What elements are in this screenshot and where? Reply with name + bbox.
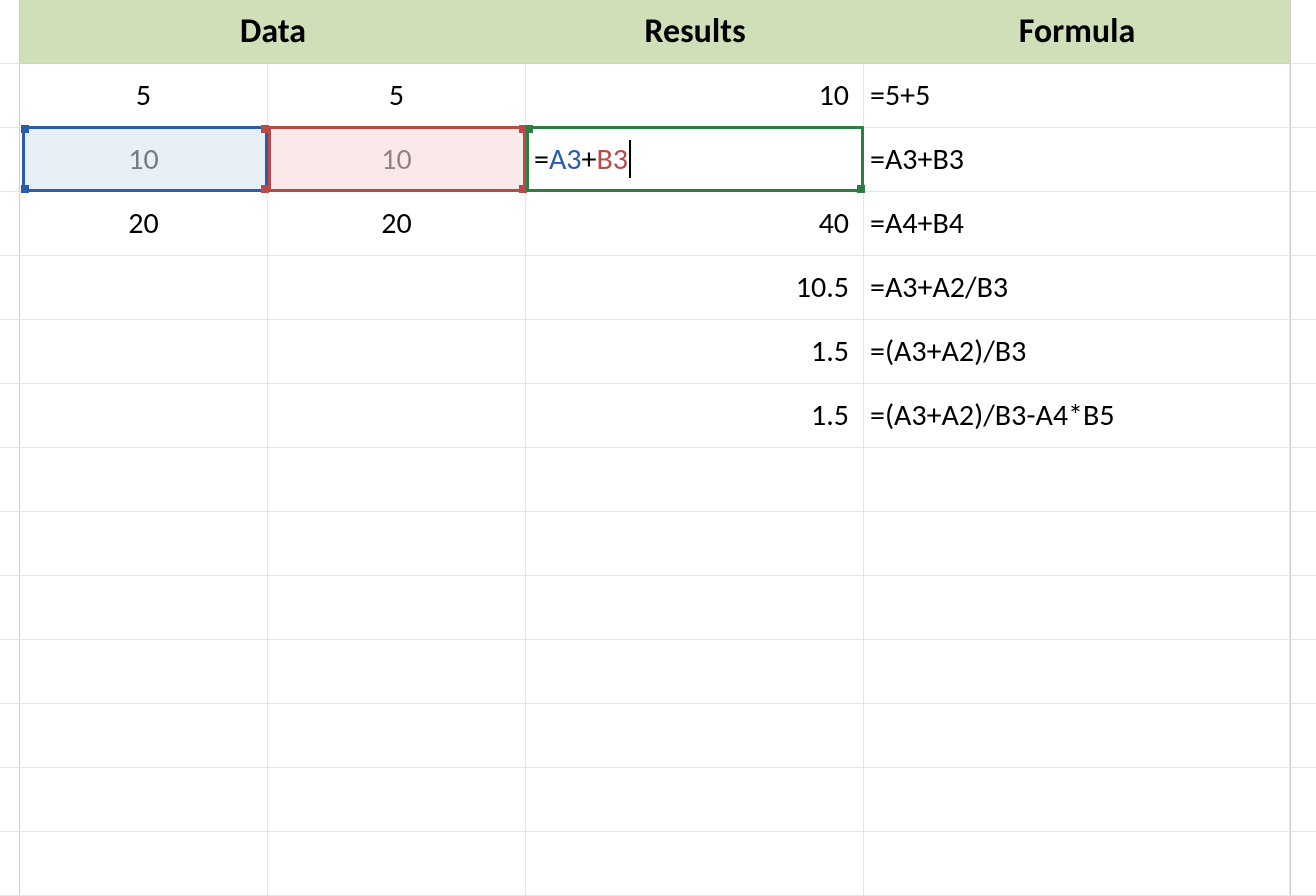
row-gutter	[0, 448, 20, 512]
cell-D3[interactable]: =A3+B3	[864, 128, 1290, 192]
row-gutter	[1290, 128, 1316, 192]
row-gutter	[0, 256, 20, 320]
row-gutter	[1290, 192, 1316, 256]
row-gutter	[0, 192, 20, 256]
row-gutter	[0, 512, 20, 576]
empty-cell[interactable]	[526, 448, 864, 512]
cell-B3[interactable]: 10	[268, 128, 526, 192]
cell-A3[interactable]: 10	[20, 128, 268, 192]
cell-D4[interactable]: =A4+B4	[864, 192, 1290, 256]
row-gutter	[1290, 320, 1316, 384]
empty-cell[interactable]	[864, 576, 1290, 640]
cell-C5[interactable]: 10.5	[526, 256, 864, 320]
empty-cell[interactable]	[864, 704, 1290, 768]
cell-B7[interactable]	[268, 384, 526, 448]
row-gutter	[1290, 0, 1316, 64]
row-gutter	[0, 640, 20, 704]
cell-D6[interactable]: =(A3+A2)/B3	[864, 320, 1290, 384]
row-gutter	[0, 128, 20, 192]
row-gutter	[1290, 384, 1316, 448]
row-gutter	[1290, 640, 1316, 704]
row-gutter	[0, 64, 20, 128]
empty-cell[interactable]	[526, 512, 864, 576]
column-header-formula[interactable]: Formula	[864, 0, 1290, 64]
empty-cell[interactable]	[20, 576, 268, 640]
empty-cell[interactable]	[20, 448, 268, 512]
cell-B4[interactable]: 20	[268, 192, 526, 256]
empty-cell[interactable]	[864, 512, 1290, 576]
empty-cell[interactable]	[526, 576, 864, 640]
empty-cell[interactable]	[526, 768, 864, 832]
empty-cell[interactable]	[268, 448, 526, 512]
cell-C2[interactable]: 10	[526, 64, 864, 128]
cell-C3-editing[interactable]	[526, 128, 864, 192]
cell-A5[interactable]	[20, 256, 268, 320]
empty-cell[interactable]	[268, 640, 526, 704]
row-gutter	[0, 384, 20, 448]
empty-cell[interactable]	[864, 832, 1290, 896]
empty-cell[interactable]	[268, 512, 526, 576]
cell-D7[interactable]: =(A3+A2)/B3-A4*B5	[864, 384, 1290, 448]
row-gutter	[1290, 832, 1316, 896]
row-gutter	[1290, 512, 1316, 576]
row-gutter	[0, 768, 20, 832]
cell-A6[interactable]	[20, 320, 268, 384]
empty-cell[interactable]	[864, 448, 1290, 512]
empty-cell[interactable]	[526, 704, 864, 768]
cell-B2[interactable]: 5	[268, 64, 526, 128]
empty-cell[interactable]	[268, 832, 526, 896]
row-gutter	[1290, 768, 1316, 832]
cell-D2[interactable]: =5+5	[864, 64, 1290, 128]
row-gutter	[1290, 448, 1316, 512]
empty-cell[interactable]	[20, 704, 268, 768]
empty-cell[interactable]	[864, 768, 1290, 832]
empty-cell[interactable]	[526, 640, 864, 704]
spreadsheet-grid[interactable]: Data Results Formula 5 5 10 =5+5 10 10 =…	[0, 0, 1316, 896]
row-gutter	[0, 576, 20, 640]
empty-cell[interactable]	[20, 768, 268, 832]
empty-cell[interactable]	[268, 768, 526, 832]
row-gutter	[0, 0, 20, 64]
cell-C6[interactable]: 1.5	[526, 320, 864, 384]
row-gutter	[1290, 576, 1316, 640]
column-header-data[interactable]: Data	[20, 0, 526, 64]
cell-B5[interactable]	[268, 256, 526, 320]
cell-C4[interactable]: 40	[526, 192, 864, 256]
row-gutter	[1290, 704, 1316, 768]
cell-D5[interactable]: =A3+A2/B3	[864, 256, 1290, 320]
cell-A4[interactable]: 20	[20, 192, 268, 256]
empty-cell[interactable]	[526, 832, 864, 896]
empty-cell[interactable]	[268, 576, 526, 640]
empty-cell[interactable]	[20, 512, 268, 576]
row-gutter	[0, 320, 20, 384]
empty-cell[interactable]	[20, 640, 268, 704]
row-gutter	[1290, 64, 1316, 128]
cell-C7[interactable]: 1.5	[526, 384, 864, 448]
cell-A2[interactable]: 5	[20, 64, 268, 128]
empty-cell[interactable]	[864, 640, 1290, 704]
column-header-results[interactable]: Results	[526, 0, 864, 64]
cell-A7[interactable]	[20, 384, 268, 448]
row-gutter	[0, 704, 20, 768]
empty-cell[interactable]	[20, 832, 268, 896]
row-gutter	[0, 832, 20, 896]
empty-cell[interactable]	[268, 704, 526, 768]
cell-B6[interactable]	[268, 320, 526, 384]
row-gutter	[1290, 256, 1316, 320]
